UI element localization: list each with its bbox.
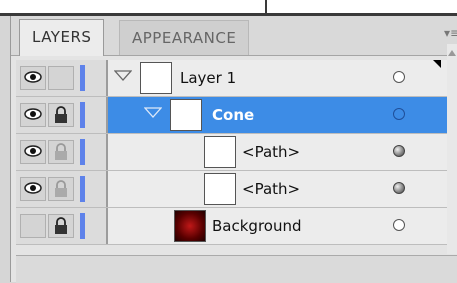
current-layer-indicator [433, 60, 441, 68]
scroll-up-icon[interactable] [448, 50, 456, 56]
visibility-toggle[interactable] [20, 140, 46, 164]
target-circle-icon[interactable] [393, 182, 405, 194]
lock-toggle[interactable] [48, 214, 74, 238]
visibility-toggle[interactable] [20, 214, 46, 238]
layer-thumbnail [204, 173, 236, 205]
tab-appearance[interactable]: APPEARANCE [119, 20, 250, 55]
panel-menu-icon[interactable]: ▾≡ [444, 26, 457, 40]
scrollbar[interactable] [447, 44, 457, 254]
eye-icon [24, 108, 42, 120]
layer-name: Layer 1 [180, 69, 237, 87]
lock-toggle[interactable] [48, 66, 74, 90]
layer-thumbnail [170, 99, 202, 131]
layer-name-area[interactable]: <Path> [108, 134, 457, 170]
layer-name-area[interactable]: Layer 1 [108, 60, 457, 96]
layer-row[interactable]: Background [16, 208, 457, 245]
layer-name: <Path> [242, 180, 301, 198]
eye-icon [24, 145, 42, 157]
layer-row[interactable]: <Path> [16, 171, 457, 208]
target-circle-icon[interactable] [393, 145, 405, 157]
layer-color-bar [80, 65, 85, 91]
visibility-toggle[interactable] [20, 103, 46, 127]
layer-controls [16, 171, 108, 207]
tab-bar: LAYERS APPEARANCE ▾≡ [11, 16, 457, 56]
lock-icon [55, 143, 67, 160]
lock-toggle[interactable] [48, 103, 74, 127]
lock-icon [55, 180, 67, 197]
visibility-toggle[interactable] [20, 66, 46, 90]
layer-thumbnail [174, 210, 206, 242]
top-divider [265, 0, 267, 13]
top-strip [0, 0, 457, 16]
layers-list: Layer 1 Cone <Path> <Path> Background [16, 60, 457, 245]
target-circle-icon[interactable] [393, 108, 405, 120]
layer-thumbnail [204, 136, 236, 168]
layer-controls [16, 134, 108, 170]
target-circle-icon[interactable] [393, 71, 405, 83]
layer-row[interactable]: Layer 1 [16, 60, 457, 97]
lock-toggle[interactable] [48, 177, 74, 201]
layer-controls [16, 60, 108, 96]
layer-name-area[interactable]: <Path> [108, 171, 457, 207]
target-circle-icon[interactable] [393, 219, 405, 231]
layer-name-area[interactable]: Cone [108, 97, 457, 133]
eye-icon [24, 182, 42, 194]
layer-name: Background [212, 217, 302, 235]
layer-name: Cone [212, 106, 255, 124]
layer-color-bar [80, 176, 85, 202]
lock-icon [55, 106, 67, 123]
eye-icon [24, 71, 42, 83]
layer-name: <Path> [242, 143, 301, 161]
layer-row[interactable]: <Path> [16, 134, 457, 171]
disclosure-triangle-icon[interactable] [144, 107, 162, 119]
visibility-toggle[interactable] [20, 177, 46, 201]
layer-row[interactable]: Cone [16, 97, 457, 134]
layer-color-bar [80, 102, 85, 128]
lock-toggle[interactable] [48, 140, 74, 164]
layer-thumbnail [140, 62, 172, 94]
disclosure-triangle-icon[interactable] [114, 70, 132, 82]
tab-layers[interactable]: LAYERS [19, 19, 105, 56]
layer-color-bar [80, 139, 85, 165]
layer-name-area[interactable]: Background [108, 208, 457, 244]
lock-icon [55, 217, 67, 234]
layer-controls [16, 97, 108, 133]
layer-color-bar [80, 213, 85, 239]
panel-footer [16, 255, 457, 283]
layer-controls [16, 208, 108, 244]
